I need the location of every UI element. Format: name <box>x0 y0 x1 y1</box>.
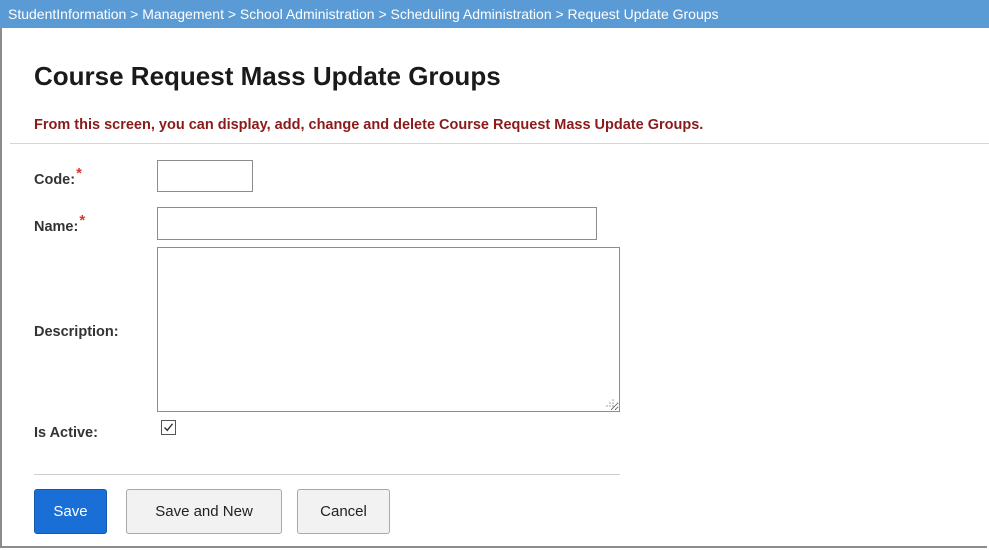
name-input[interactable] <box>157 207 597 240</box>
form-divider <box>34 474 620 475</box>
required-marker: * <box>79 212 86 229</box>
name-label: Name:* <box>34 212 85 235</box>
check-icon <box>164 423 174 432</box>
required-marker: * <box>76 165 82 182</box>
save-and-new-button[interactable]: Save and New <box>126 489 282 534</box>
code-label-text: Code: <box>34 172 76 188</box>
header-divider <box>10 143 989 144</box>
breadcrumb: StudentInformation > Management > School… <box>0 0 989 28</box>
cancel-button[interactable]: Cancel <box>297 489 390 534</box>
name-label-text: Name: <box>34 219 79 235</box>
is-active-checkbox[interactable] <box>161 420 176 435</box>
is-active-label: Is Active: <box>34 425 98 441</box>
page-subtitle: From this screen, you can display, add, … <box>34 117 704 133</box>
breadcrumb-trail[interactable]: StudentInformation > Management > School… <box>0 6 719 22</box>
description-label: Description: <box>34 324 119 340</box>
save-button[interactable]: Save <box>34 489 107 534</box>
page-title: Course Request Mass Update Groups <box>34 61 501 91</box>
code-label: Code:* <box>34 165 82 188</box>
code-input[interactable] <box>157 160 253 192</box>
description-textarea[interactable] <box>157 247 620 412</box>
